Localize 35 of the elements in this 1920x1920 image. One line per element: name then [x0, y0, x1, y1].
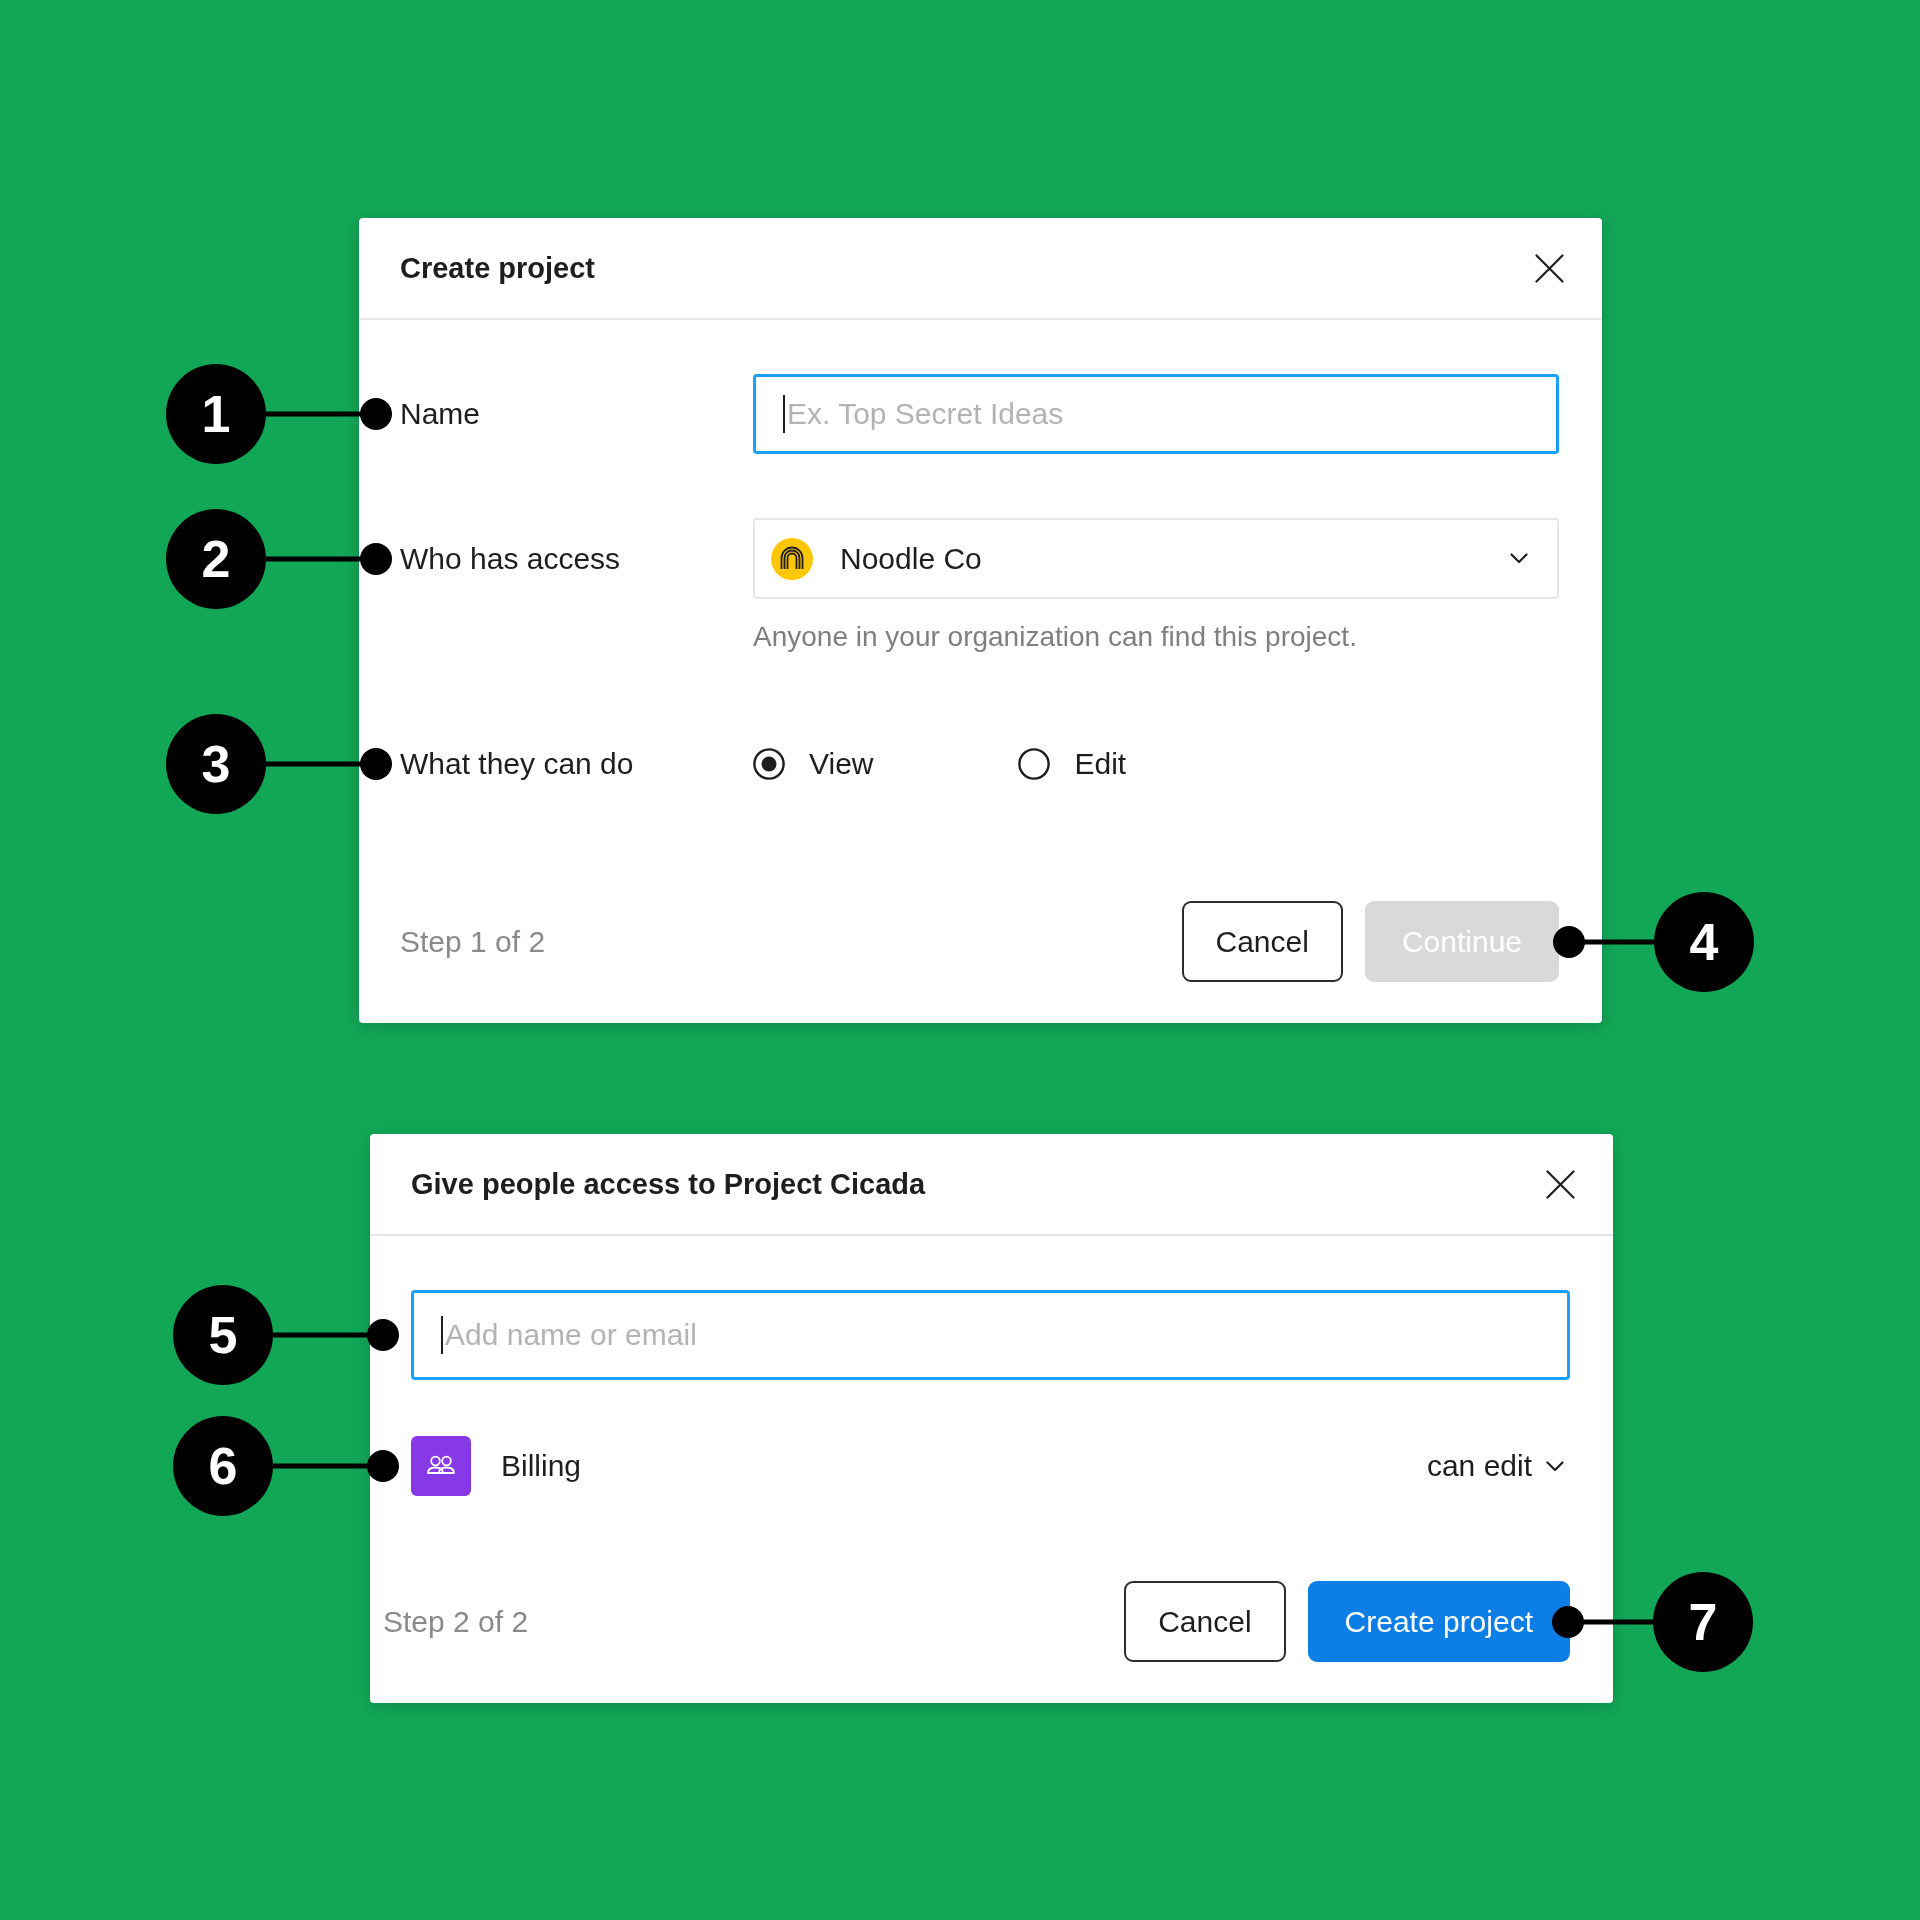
- secondary-button[interactable]: Cancel: [1124, 1581, 1286, 1662]
- radio-icon[interactable]: [753, 748, 785, 780]
- close-icon[interactable]: [1546, 1169, 1575, 1199]
- input-field[interactable]: Add name or email: [411, 1290, 1570, 1380]
- dropdown[interactable]: Noodle Co: [753, 518, 1559, 599]
- text-cursor-icon: [441, 1316, 443, 1354]
- field-label: What they can do: [400, 747, 634, 781]
- callout-number: 6: [173, 1416, 273, 1516]
- dialog-title: Create project: [400, 251, 595, 285]
- radio-icon[interactable]: [1018, 748, 1051, 780]
- permission-dropdown[interactable]: can edit: [1426, 1449, 1570, 1483]
- input-field[interactable]: Ex. Top Secret Ideas: [753, 374, 1559, 454]
- field-label: Who has access: [400, 541, 621, 576]
- callout-number: 5: [173, 1285, 273, 1385]
- field-label: Name: [400, 397, 481, 431]
- chevron-down-icon[interactable]: [1546, 1460, 1564, 1472]
- dialog-title: Give people access to Project Cicada: [411, 1167, 926, 1201]
- callout-number: 3: [166, 714, 266, 814]
- primary-button[interactable]: Create project: [1307, 1581, 1570, 1662]
- callout-number: 7: [1653, 1571, 1753, 1672]
- member-name: Billing: [501, 1449, 582, 1483]
- callout-number: 4: [1654, 891, 1754, 992]
- radio-option[interactable]: View: [753, 747, 874, 781]
- arch-logo-icon: [771, 537, 813, 580]
- secondary-button[interactable]: Cancel: [1181, 901, 1343, 982]
- step-indicator: Step 1 of 2: [400, 924, 546, 959]
- step-indicator: Step 2 of 2: [383, 1604, 529, 1639]
- callout-number: 2: [166, 508, 266, 609]
- close-icon[interactable]: [1535, 253, 1564, 283]
- radio-option[interactable]: Edit: [1018, 747, 1127, 781]
- callout-number: 1: [166, 364, 266, 464]
- chevron-down-icon[interactable]: [1510, 553, 1528, 564]
- text-cursor-icon: [783, 395, 785, 433]
- group-icon: [411, 1436, 471, 1496]
- helper-text: Anyone in your organization can find this project.: [753, 621, 1358, 653]
